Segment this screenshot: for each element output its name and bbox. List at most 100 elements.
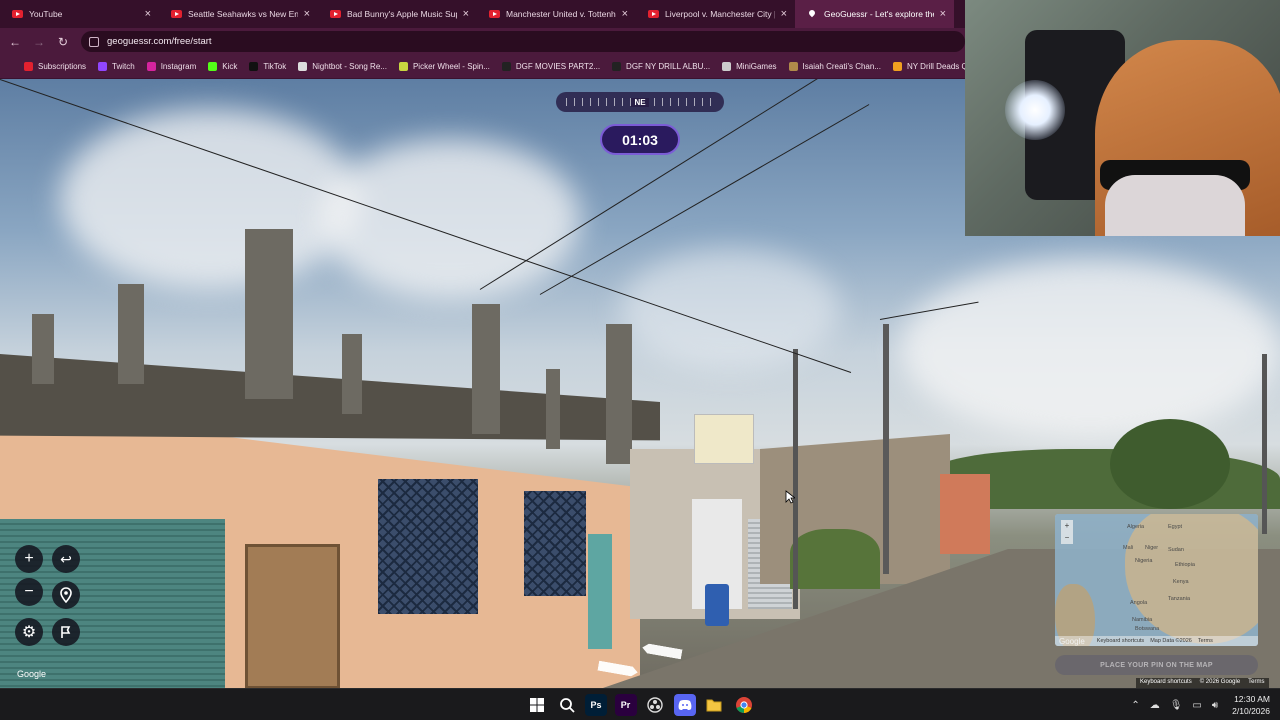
bookmarks-bar: Subscriptions Twitch Instagram Kick TikTok Ni…: [0, 55, 968, 79]
return-to-start-button[interactable]: ↩: [52, 545, 80, 573]
mouse-cursor-icon: [785, 490, 795, 504]
browser-tab[interactable]: Bad Bunny's Apple Music Super ×: [318, 0, 477, 28]
start-icon[interactable]: [526, 694, 548, 716]
flag-icon[interactable]: [52, 618, 80, 646]
bookmark-label: DGF MOVIES PART2...: [515, 62, 601, 71]
search-icon[interactable]: [556, 694, 578, 716]
tab-title: YouTube: [29, 9, 63, 19]
bookmark-item[interactable]: Picker Wheel - Spin...: [398, 62, 490, 71]
back-button[interactable]: ←: [3, 35, 27, 49]
place-pin-button[interactable]: PLACE YOUR PIN ON THE MAP: [1055, 655, 1258, 675]
youtube-favicon-icon: [648, 10, 659, 18]
file-explorer-icon[interactable]: [703, 694, 725, 716]
bookmark-item[interactable]: MiniGames: [722, 62, 777, 71]
bookmark-label: Subscriptions: [38, 62, 87, 71]
clock-time: 12:30 AM: [1234, 694, 1270, 704]
url-text: geoguessr.com/free/start: [107, 36, 212, 47]
bookmark-item[interactable]: TikTok: [249, 62, 286, 71]
bookmark-item[interactable]: Subscriptions: [24, 62, 86, 71]
guess-map-zoom-out[interactable]: −: [1061, 532, 1073, 544]
url-bar[interactable]: geoguessr.com/free/start: [81, 31, 965, 52]
guess-map-shortcuts[interactable]: Keyboard shortcuts: [1097, 638, 1144, 644]
tab-close-icon[interactable]: ×: [622, 8, 628, 20]
photoshop-icon[interactable]: Ps: [585, 694, 607, 716]
tab-close-icon[interactable]: ×: [940, 8, 946, 20]
tab-close-icon[interactable]: ×: [145, 8, 151, 20]
browser-tab[interactable]: Liverpool v. Manchester City | P ×: [636, 0, 795, 28]
tab-title: Bad Bunny's Apple Music Super: [347, 9, 457, 19]
reload-button[interactable]: ↻: [51, 35, 75, 49]
bookmark-icon: [612, 62, 622, 71]
youtube-favicon-icon: [489, 10, 500, 18]
bookmark-item[interactable]: Nightbot - Song Re...: [298, 62, 387, 71]
guess-map-zoom[interactable]: + −: [1061, 520, 1073, 544]
webcam-overlay: [965, 0, 1280, 236]
location-pin-icon[interactable]: [52, 581, 80, 609]
volume-icon[interactable]: 🔊︎: [1212, 700, 1218, 711]
clock[interactable]: 12:30 AM 2/10/2026: [1232, 693, 1270, 717]
forward-button[interactable]: →: [27, 35, 51, 49]
tab-close-icon[interactable]: ×: [463, 8, 469, 20]
guess-map-zoom-in[interactable]: +: [1061, 520, 1073, 532]
zoom-in-button[interactable]: +: [15, 545, 43, 573]
zoom-out-button[interactable]: −: [15, 578, 43, 606]
bookmark-icon: [249, 62, 259, 71]
tab-close-icon[interactable]: ×: [781, 8, 787, 20]
bookmark-icon: [892, 62, 902, 71]
premiere-icon[interactable]: Pr: [614, 694, 637, 716]
street-terms[interactable]: Terms: [1244, 678, 1268, 688]
bookmark-label: Nightbot - Song Re...: [312, 62, 387, 71]
bookmark-label: Picker Wheel - Spin...: [412, 62, 490, 71]
round-timer: 01:03: [600, 124, 680, 155]
guess-map-google-logo: Google: [1059, 636, 1085, 646]
bookmark-label: NY Drill Deads Q: [906, 62, 968, 71]
bookmark-item[interactable]: DGF NY DRILL ALBU...: [612, 62, 710, 71]
bookmark-icon: [501, 62, 511, 71]
browser-tab[interactable]: GeoGuessr - Let's explore the w ×: [795, 0, 954, 28]
windows-taskbar: Ps Pr ⌃ ☁ 🎙︎ ▭ 🔊︎ 12:30 AM 2/10/2026: [0, 688, 1280, 720]
bookmark-item[interactable]: Kick: [208, 62, 237, 71]
bookmark-icon: [722, 62, 732, 71]
map-country-label: Nigeria: [1135, 558, 1153, 564]
bookmark-icon: [146, 62, 156, 71]
map-country-label: Tanzania: [1168, 596, 1191, 602]
bookmark-item[interactable]: DGF MOVIES PART2...: [501, 62, 601, 71]
tab-title: Manchester United v. Tottenha: [506, 9, 616, 19]
chrome-icon[interactable]: [733, 694, 755, 716]
bookmark-icon: [788, 62, 798, 71]
bookmark-item[interactable]: Instagram: [146, 62, 196, 71]
move-forward-arrow[interactable]: [641, 643, 682, 660]
bookmark-item[interactable]: Isaiah Creati's Chan...: [788, 62, 881, 71]
tab-close-icon[interactable]: ×: [304, 8, 310, 20]
browser-tab[interactable]: YouTube ×: [0, 0, 159, 28]
guess-map-terms[interactable]: Terms: [1198, 638, 1213, 644]
map-country-label: Egypt: [1168, 524, 1183, 530]
chevron-up-icon[interactable]: ⌃: [1131, 700, 1139, 711]
bookmark-icon: [24, 62, 33, 71]
street-shortcuts[interactable]: Keyboard shortcuts: [1136, 678, 1196, 688]
bookmark-icon: [298, 62, 308, 71]
browser-tab[interactable]: Manchester United v. Tottenha ×: [477, 0, 636, 28]
browser-tab[interactable]: Seattle Seahawks vs New Engla ×: [159, 0, 318, 28]
network-icon[interactable]: ▭: [1192, 700, 1201, 711]
guess-map[interactable]: Algeria Egypt Mali Niger Sudan Nigeria Ethiopi…: [1055, 514, 1258, 646]
bookmark-label: MiniGames: [736, 62, 777, 71]
cloud-icon[interactable]: ☁: [1150, 700, 1160, 711]
microphone-icon[interactable]: 🎙︎: [1170, 700, 1183, 711]
bookmark-item[interactable]: NY Drill Deads Q: [892, 62, 968, 71]
browser-tab-strip: YouTube×Seattle Seahawks vs New Engla×Ba…: [0, 0, 965, 28]
google-logo: Google: [17, 669, 47, 679]
site-info-icon[interactable]: [89, 36, 99, 47]
bookmark-icon: [98, 62, 108, 71]
bookmark-icon: [398, 62, 408, 71]
map-country-label: Kenya: [1173, 579, 1189, 585]
discord-icon[interactable]: [673, 694, 696, 716]
map-country-label: Namibia: [1132, 617, 1153, 623]
guess-map-data: Map Data ©2026: [1150, 638, 1192, 644]
youtube-favicon-icon: [12, 10, 23, 18]
tab-title: Liverpool v. Manchester City | P: [665, 9, 775, 19]
obs-icon[interactable]: [644, 694, 666, 716]
map-country-label: Algeria: [1127, 524, 1145, 530]
bookmark-item[interactable]: Twitch: [98, 62, 135, 71]
settings-gear-icon[interactable]: ⚙: [15, 618, 43, 646]
